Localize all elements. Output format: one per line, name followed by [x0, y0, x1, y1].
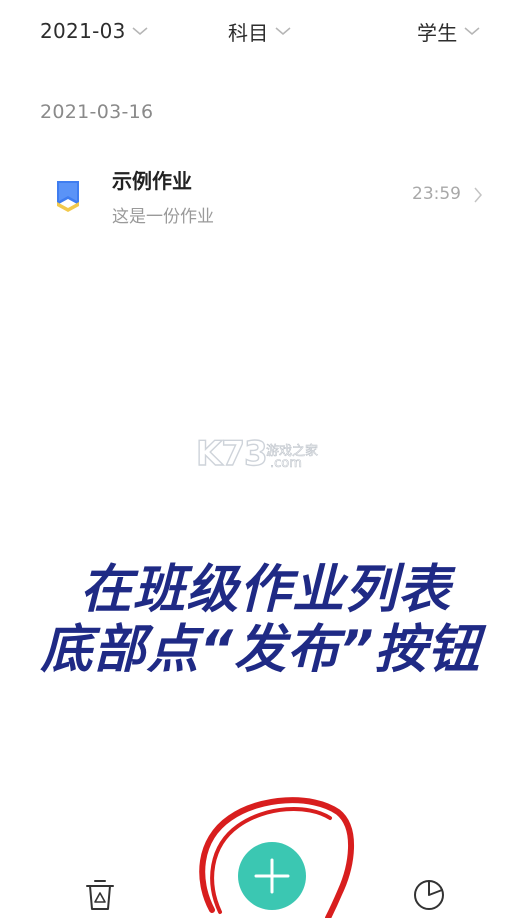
- caption-line-2: 底部点“发布”按钮: [39, 619, 481, 682]
- document-bookmark-icon: [57, 181, 79, 212]
- homework-title: 示例作业: [112, 169, 192, 193]
- trash-icon[interactable]: [84, 876, 116, 910]
- month-filter-label: 2021-03: [40, 19, 126, 43]
- caption-line-1: 在班级作业列表: [78, 559, 451, 622]
- k73-watermark: K73 游戏之家 .com: [195, 432, 336, 476]
- chevron-right-icon: [474, 187, 482, 203]
- chevron-down-icon: [275, 27, 291, 35]
- student-filter-label: 学生: [417, 20, 458, 45]
- subject-filter[interactable]: 科目: [228, 16, 291, 46]
- homework-list-item[interactable]: 示例作业 这是一份作业 23:59: [0, 150, 521, 240]
- subject-filter-label: 科目: [228, 20, 269, 45]
- date-group-header: 2021-03-16: [40, 101, 154, 123]
- filter-bar: 2021-03 科目 学生: [0, 0, 521, 62]
- student-filter[interactable]: 学生: [417, 16, 480, 46]
- instruction-caption: 在班级作业列表 底部点“发布”按钮: [0, 559, 521, 682]
- chevron-down-icon: [132, 27, 148, 35]
- plus-icon: [254, 858, 290, 894]
- month-filter[interactable]: 2021-03: [40, 16, 148, 46]
- watermark-domain: .com: [270, 456, 303, 472]
- chevron-down-icon: [464, 27, 480, 35]
- homework-deadline: 23:59: [412, 184, 461, 204]
- watermark-brand: K73: [195, 433, 268, 474]
- pie-chart-icon[interactable]: [412, 876, 446, 910]
- publish-button[interactable]: [238, 842, 306, 910]
- bottom-toolbar: [0, 830, 521, 910]
- homework-description: 这是一份作业: [112, 207, 214, 227]
